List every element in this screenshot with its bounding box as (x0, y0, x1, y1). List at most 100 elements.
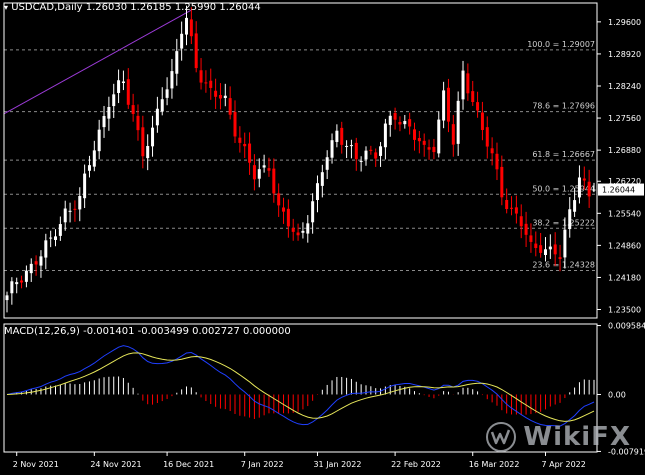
candle-body (330, 140, 334, 158)
date-tick-label: 24 Nov 2021 (90, 460, 141, 469)
candle-body (97, 129, 101, 152)
price-tick-label: 1.24860 (608, 241, 641, 250)
date-tick-label: 16 Mar 2022 (469, 460, 520, 469)
candle-body (44, 240, 48, 258)
candle-body (151, 127, 155, 147)
candle-body (587, 181, 591, 197)
watermark: WikiFX (485, 421, 631, 453)
candle-body (228, 98, 232, 115)
candle-body (286, 208, 290, 227)
candle-body (383, 123, 387, 148)
candle-body (354, 142, 358, 160)
chart-canvas[interactable]: 100.0 = 1.29007 78.6 = 1.27696 61.8 = 1.26… (0, 0, 645, 471)
candle-body (189, 19, 193, 37)
candle-body (68, 210, 72, 212)
price-tick-label: 1.29600 (608, 18, 641, 27)
candle-body (456, 100, 460, 144)
candle-body (398, 121, 402, 125)
price-tick-label: 1.25540 (608, 209, 641, 218)
candle-body (126, 79, 130, 105)
candle-body (393, 113, 397, 120)
candle-body (573, 200, 577, 212)
candle-body (320, 172, 324, 186)
candle-body (165, 89, 169, 98)
candle-body (121, 81, 125, 84)
candle-body (427, 147, 431, 150)
candle-body (510, 207, 514, 209)
candle-body (175, 51, 179, 74)
candle-body (24, 270, 28, 282)
candle-body (180, 33, 184, 49)
candle-body (422, 140, 426, 145)
mt4-chart-window[interactable]: 100.0 = 1.29007 78.6 = 1.27696 61.8 = 1.26… (0, 0, 645, 471)
candle-body (505, 199, 509, 209)
candle-body (248, 143, 252, 163)
candle-body (446, 87, 450, 122)
candle-body (54, 236, 58, 240)
candle-body (112, 94, 116, 107)
date-tick-label: 7 Apr 2022 (541, 460, 585, 469)
candle-body (432, 146, 436, 153)
candle-body (136, 115, 140, 131)
price-tick-label: 1.24180 (608, 273, 641, 282)
candle-body (466, 73, 470, 94)
candle-body (15, 282, 19, 285)
candle-body (476, 102, 480, 111)
candle-body (107, 106, 111, 119)
candle-body (340, 127, 344, 145)
fib-level-label: 38.2 = 1.25222 (532, 218, 595, 227)
candle-body (539, 245, 543, 253)
wikifx-logo-icon (486, 422, 517, 452)
candle-body (184, 17, 188, 35)
candle-body (359, 160, 363, 162)
date-tick-label: 31 Jan 2022 (313, 460, 361, 469)
candle-body (442, 90, 446, 121)
macd-tick-label: 0.00 (608, 390, 626, 399)
candle-body (519, 216, 523, 227)
candle-body (214, 90, 218, 97)
candle-body (315, 183, 319, 201)
candle-body (39, 256, 43, 266)
price-tick-label: 1.27560 (608, 114, 641, 123)
candle-body (262, 165, 266, 168)
price-tick-label: 1.28240 (608, 82, 641, 91)
candle-body (10, 281, 14, 294)
candle-body (277, 193, 281, 206)
candle-body (296, 232, 300, 236)
fib-level-label: 23.6 = 1.24328 (532, 260, 595, 269)
candle-body (291, 228, 295, 232)
candle-body (582, 178, 586, 181)
candle-body (349, 145, 353, 147)
candle-body (534, 243, 538, 249)
candle-body (170, 71, 174, 89)
candle-body (146, 146, 150, 159)
candle-body (267, 168, 271, 171)
fib-level-label: 78.6 = 1.27696 (532, 102, 595, 111)
candle-body (63, 208, 67, 223)
candle-body (92, 150, 96, 167)
candle-body (243, 143, 247, 147)
candle-body (238, 137, 242, 143)
candle-body (374, 152, 378, 159)
candle-body (592, 189, 596, 191)
candle-body (49, 237, 53, 239)
candle-body (102, 116, 106, 128)
candle-body (379, 146, 383, 156)
candle-body (223, 95, 227, 99)
candle-body (417, 138, 421, 142)
candle-body (490, 148, 494, 154)
candle-body (117, 80, 121, 93)
macd-title-wrap: MACD(12,26,9) -0.001401 -0.003499 0.0027… (4, 326, 291, 337)
candle-body (131, 105, 135, 114)
candle-body (257, 169, 261, 179)
candle-body (160, 99, 164, 112)
candle-body (369, 149, 373, 151)
candle-body (403, 121, 407, 125)
watermark-text: WikiFX (523, 422, 631, 452)
fib-level-label: 61.8 = 1.26667 (532, 150, 595, 159)
candle-body (83, 173, 87, 199)
price-tick-label: 1.23500 (608, 306, 641, 315)
price-tick-label: 1.26880 (608, 146, 641, 155)
price-tick-label: 1.28920 (608, 50, 641, 59)
candle-body (577, 177, 581, 198)
